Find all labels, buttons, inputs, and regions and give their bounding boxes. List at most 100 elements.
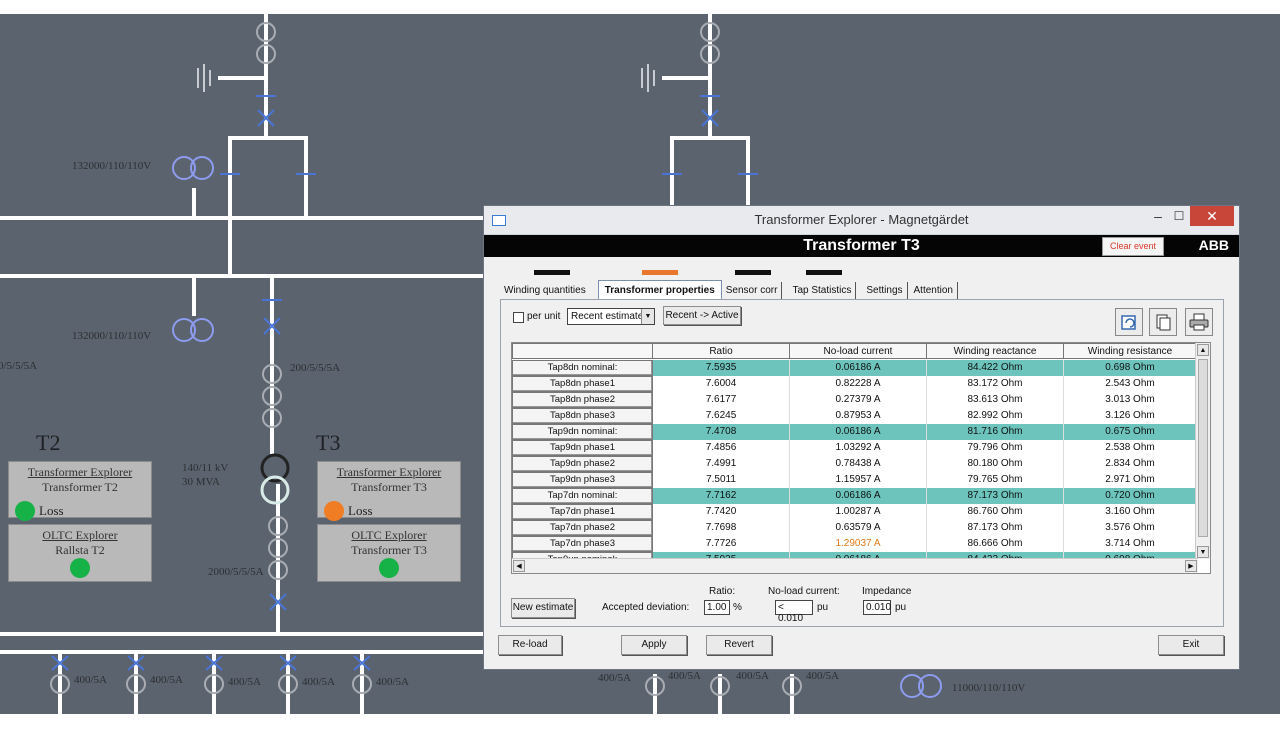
table-row[interactable]: Tap9dn phase1 7.4856 1.03292 A 79.796 Ohm 2.… xyxy=(512,440,1197,456)
t2-transformer-explorer-link[interactable]: Transformer Explorer xyxy=(9,465,151,480)
new-estimate-button[interactable]: New estimate xyxy=(511,598,575,618)
table-row[interactable]: Tap8dn nominal: 7.5935 0.06186 A 84.422 Ohm… xyxy=(512,360,1197,376)
estimate-select[interactable]: Recent estimate ▼ xyxy=(567,308,655,325)
scroll-up-icon[interactable]: ▲ xyxy=(1197,344,1209,356)
ratio-deviation-input[interactable]: 1.00 xyxy=(704,600,730,615)
t3-transformer-explorer-link[interactable]: Transformer Explorer xyxy=(318,465,460,480)
ct-label-2000: 2000/5/5/5A xyxy=(208,566,264,578)
tab-transformer-properties[interactable]: Transformer properties xyxy=(597,280,722,300)
table-row[interactable]: Tap7dn phase3 7.7726 1.29037 A 86.666 Ohm 3.… xyxy=(512,536,1197,552)
t3-transformer-panel: Transformer Explorer Transformer T3 Loss xyxy=(317,461,461,521)
column-header-noload: No-load current xyxy=(790,343,927,359)
table-row[interactable]: Tap7dn phase1 7.7420 1.00287 A 86.760 Ohm 3.… xyxy=(512,504,1197,520)
cell-ratio: 7.5935 xyxy=(653,360,790,376)
cell-ratio: 7.7698 xyxy=(653,520,790,536)
tab-sensor-corr[interactable]: Sensor corr xyxy=(722,282,783,299)
row-header: Tap9dn phase1 xyxy=(512,440,653,456)
corner-header xyxy=(512,343,653,359)
cell-noload: 1.00287 A xyxy=(790,504,927,520)
maximize-button[interactable]: ☐ xyxy=(1169,206,1189,226)
tab-attention[interactable]: Attention xyxy=(910,282,958,299)
cell-reactance: 81.716 Ohm xyxy=(927,424,1064,440)
cell-reactance: 87.173 Ohm xyxy=(927,488,1064,504)
tab-settings[interactable]: Settings xyxy=(862,282,908,299)
cell-noload: 0.78438 A xyxy=(790,456,927,472)
table-row[interactable]: Tap8dn phase2 7.6177 0.27379 A 83.613 Ohm 3.… xyxy=(512,392,1197,408)
table-row[interactable]: Tap8dn phase1 7.6004 0.82228 A 83.172 Ohm 2.… xyxy=(512,376,1197,392)
vertical-scrollbar[interactable]: ▲ ▼ xyxy=(1195,343,1210,559)
cell-noload: 1.29037 A xyxy=(790,536,927,552)
table-row[interactable]: Tap7dn phase2 7.7698 0.63579 A 87.173 Ohm 3.… xyxy=(512,520,1197,536)
reload-button[interactable]: Re-load xyxy=(498,635,562,655)
window-title: Transformer Explorer - Magnetgärdet xyxy=(754,212,969,227)
t3-oltc-name: Transformer T3 xyxy=(351,543,427,557)
recent-to-active-button[interactable]: Recent -> Active xyxy=(663,306,741,325)
cell-reactance: 79.796 Ohm xyxy=(927,440,1064,456)
cell-ratio: 7.4856 xyxy=(653,440,790,456)
voltage-label-2: 132000/110/110V xyxy=(72,330,152,342)
per-unit-checkbox[interactable] xyxy=(513,312,524,323)
t3-loss-label: Loss xyxy=(348,503,373,518)
row-header: Tap7dn phase1 xyxy=(512,504,653,520)
cell-resistance: 3.714 Ohm xyxy=(1064,536,1197,552)
noload-deviation-input[interactable]: < 0.010 xyxy=(775,600,813,624)
chevron-down-icon: ▼ xyxy=(641,309,654,324)
column-header-reactance: Winding reactance xyxy=(927,343,1064,359)
banner: Transformer T3 Clear event ABB xyxy=(484,235,1239,257)
cell-resistance: 0.675 Ohm xyxy=(1064,424,1197,440)
feeder-400-3: 400/5A xyxy=(228,676,261,688)
status-dot-icon xyxy=(70,558,90,578)
table-header: Ratio No-load current Winding reactance … xyxy=(512,343,1197,360)
t3-heading: T3 xyxy=(316,430,341,455)
tab-tap-statistics[interactable]: Tap Statistics xyxy=(788,282,857,299)
feeder-400-6: 400/5A xyxy=(598,672,631,684)
refresh-icon[interactable] xyxy=(1115,308,1143,336)
ct-label-200: 200/5/5/5A xyxy=(290,362,341,374)
minimize-button[interactable]: – xyxy=(1147,206,1169,226)
cell-noload: 1.03292 A xyxy=(790,440,927,456)
row-header: Tap7dn phase2 xyxy=(512,520,653,536)
close-button[interactable]: ✕ xyxy=(1190,206,1234,226)
cell-noload: 0.06186 A xyxy=(790,360,927,376)
cell-resistance: 3.013 Ohm xyxy=(1064,392,1197,408)
t3-oltc-explorer-link[interactable]: OLTC Explorer xyxy=(318,528,460,543)
accepted-deviation-label: Accepted deviation: xyxy=(602,602,690,613)
cell-noload: 0.82228 A xyxy=(790,376,927,392)
table-row[interactable]: Tap9dn nominal: 7.4708 0.06186 A 81.716 Ohm… xyxy=(512,424,1197,440)
table-row[interactable]: Tap8dn phase3 7.6245 0.87953 A 82.992 Ohm 3.… xyxy=(512,408,1197,424)
t2-oltc-explorer-link[interactable]: OLTC Explorer xyxy=(9,528,151,543)
cell-reactance: 84.422 Ohm xyxy=(927,360,1064,376)
exit-button[interactable]: Exit xyxy=(1158,635,1224,655)
tab-strip: Winding quantities Transformer propertie… xyxy=(500,279,958,300)
cell-noload: 1.15957 A xyxy=(790,472,927,488)
per-unit-label: per unit xyxy=(527,311,561,322)
scroll-down-icon[interactable]: ▼ xyxy=(1197,546,1209,558)
status-dot-icon xyxy=(379,558,399,578)
properties-panel: per unit Recent estimate ▼ Recent -> Act… xyxy=(500,299,1224,627)
clear-event-button[interactable]: Clear event xyxy=(1102,237,1164,256)
scroll-left-icon[interactable]: ◀ xyxy=(513,560,525,572)
horizontal-scrollbar[interactable]: ◀ ▶ xyxy=(512,558,1198,573)
cell-resistance: 3.160 Ohm xyxy=(1064,504,1197,520)
cell-ratio: 7.6245 xyxy=(653,408,790,424)
cell-reactance: 79.765 Ohm xyxy=(927,472,1064,488)
tab-winding-quantities[interactable]: Winding quantities xyxy=(500,282,590,299)
scroll-right-icon[interactable]: ▶ xyxy=(1185,560,1197,572)
table-row[interactable]: Tap7dn nominal: 7.7162 0.06186 A 87.173 Ohm… xyxy=(512,488,1197,504)
cell-noload: 0.06186 A xyxy=(790,424,927,440)
apply-button[interactable]: Apply xyxy=(621,635,687,655)
cell-resistance: 0.698 Ohm xyxy=(1064,360,1197,376)
row-header: Tap9dn phase3 xyxy=(512,472,653,488)
cell-ratio: 7.6004 xyxy=(653,376,790,392)
table-row[interactable]: Tap9dn phase3 7.5011 1.15957 A 79.765 Ohm 2.… xyxy=(512,472,1197,488)
copy-icon[interactable] xyxy=(1149,308,1177,336)
cell-reactance: 86.666 Ohm xyxy=(927,536,1064,552)
scroll-thumb[interactable] xyxy=(1198,359,1208,537)
revert-button[interactable]: Revert xyxy=(706,635,772,655)
print-icon[interactable] xyxy=(1185,308,1213,336)
row-header: Tap7dn phase3 xyxy=(512,536,653,552)
table-row[interactable]: Tap9dn phase2 7.4991 0.78438 A 80.180 Ohm 2.… xyxy=(512,456,1197,472)
row-header: Tap8dn phase1 xyxy=(512,376,653,392)
impedance-deviation-input[interactable]: 0.010 xyxy=(863,600,891,615)
status-dot-icon xyxy=(324,501,344,521)
